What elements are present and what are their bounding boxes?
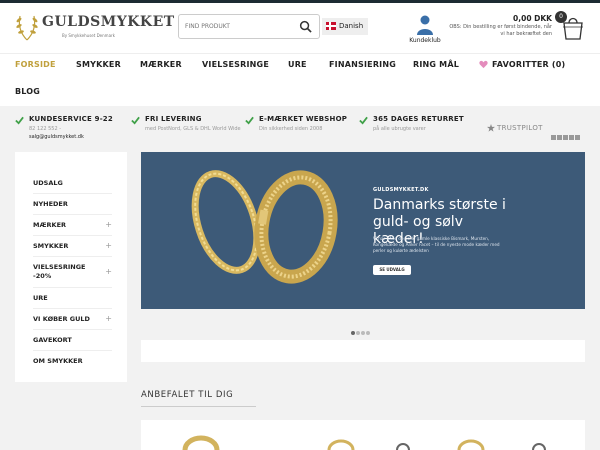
rating-star-icon [551, 135, 556, 140]
check-icon [245, 116, 254, 125]
cart-count-badge: 0 [555, 11, 567, 23]
trustpilot-rating-stars [551, 125, 581, 144]
carousel-dot[interactable] [356, 331, 360, 335]
hero-description: Vi har både de gode gamle klassiske Bism… [373, 236, 500, 253]
nav-forside[interactable]: FORSIDE [15, 60, 56, 69]
product-thumbnails [182, 435, 546, 450]
account-label: Kundeklub [409, 37, 441, 44]
expand-plus-icon[interactable]: + [105, 241, 112, 250]
sidebar-item-label: MÆRKER [33, 221, 67, 229]
cart-total: 0,00 DKK [513, 14, 552, 23]
section-underline [141, 406, 256, 407]
sidebar-item-maerker[interactable]: MÆRKER + [33, 214, 112, 236]
usp-phone: 82 122 552 - [29, 126, 62, 132]
nav-finansiering[interactable]: FINANSIERING [329, 60, 396, 69]
usp-title: 365 DAGES RETURRET [373, 115, 464, 123]
recommended-products [141, 420, 585, 450]
search-icon[interactable] [299, 20, 312, 33]
logo-wordmark: GULDSMYKKET [42, 14, 175, 30]
site-logo[interactable]: GULDSMYKKET By Smykkehuset Denmark [14, 12, 174, 46]
search-input[interactable] [185, 18, 295, 35]
trustpilot-widget[interactable]: TRUSTPILOT [487, 124, 587, 140]
sidebar-item-label: VI KØBER GULD [33, 315, 90, 323]
denmark-flag-icon [326, 22, 336, 30]
sidebar-item-smykker[interactable]: SMYKKER + [33, 235, 112, 257]
sidebar-item-label: SMYKKER [33, 242, 69, 250]
usp-title: E-MÆRKET WEBSHOP [259, 115, 348, 123]
trustpilot-label: TRUSTPILOT [497, 124, 543, 132]
language-selector[interactable]: Danish [322, 18, 368, 35]
nav-ring-maal[interactable]: RING MÅL [413, 60, 459, 69]
sidebar-item-nyheder[interactable]: NYHEDER [33, 193, 112, 215]
nav-ure[interactable]: URE [288, 60, 307, 69]
product-watch [532, 443, 546, 450]
site-header: GULDSMYKKET By Smykkehuset Denmark Danis… [0, 3, 600, 53]
sidebar-item-vi-koeber-guld[interactable]: VI KØBER GULD + [33, 308, 112, 330]
check-icon [15, 116, 24, 125]
rating-star-icon [569, 135, 574, 140]
sidebar-item-udsalg[interactable]: UDSALG [33, 172, 112, 194]
check-icon [131, 116, 140, 125]
usp-title: KUNDESERVICE 9-22 [29, 115, 113, 123]
sidebar-item-gavekort[interactable]: GAVEKORT [33, 329, 112, 351]
check-icon [359, 116, 368, 125]
product-ring [327, 439, 355, 450]
sidebar-item-label: GAVEKORT [33, 336, 72, 344]
category-sidebar: UDSALG NYHEDER MÆRKER + SMYKKER + VIELSE… [15, 152, 127, 382]
product-ring [457, 439, 485, 450]
expand-plus-icon[interactable]: + [105, 220, 112, 229]
nav-maerker[interactable]: MÆRKER [140, 60, 182, 69]
language-label: Danish [339, 22, 364, 30]
product-bracelet [182, 435, 220, 450]
logo-tagline: By Smykkehuset Denmark [62, 33, 115, 38]
recommended-title: ANBEFALET TIL DIG [141, 390, 234, 400]
sidebar-item-label: UDSALG [33, 179, 63, 187]
usp-title: FRI LEVERING [145, 115, 202, 123]
usp-subtitle: med PostNord, GLS & DHL World Wide [145, 126, 241, 132]
info-strip [141, 340, 585, 362]
main-navigation: FORSIDE SMYKKER MÆRKER VIELSESRINGE URE … [0, 53, 600, 106]
rating-star-icon [563, 135, 568, 140]
sidebar-item-label: NYHEDER [33, 200, 68, 208]
carousel-dot[interactable] [366, 331, 370, 335]
hero-cta-button[interactable]: SE UDVALG [373, 265, 411, 275]
carousel-dots [351, 320, 371, 335]
search-box [178, 14, 320, 39]
sidebar-item-ure[interactable]: URE [33, 287, 112, 309]
sidebar-item-vielsesringe[interactable]: VIELSESRINGE -20% + [33, 256, 112, 288]
hero-banner[interactable]: GULDSMYKKET.DK Danmarks største i guld- … [141, 152, 585, 309]
rating-star-icon [575, 135, 580, 140]
account-link[interactable]: Kundeklub [405, 13, 445, 45]
carousel-dot[interactable] [361, 331, 365, 335]
sidebar-item-label: OM SMYKKER [33, 357, 83, 365]
usp-email-link[interactable]: salg@guldsmykket.dk [29, 134, 84, 140]
trustpilot-star-icon [487, 124, 495, 132]
laurel-icon [16, 15, 38, 41]
hero-brand: GULDSMYKKET.DK [373, 187, 429, 193]
expand-plus-icon[interactable]: + [105, 267, 112, 276]
carousel-dot[interactable] [351, 331, 355, 335]
usp-subtitle: Din sikkerhed siden 2008 [259, 126, 323, 132]
product-watch [396, 443, 410, 450]
user-icon [417, 15, 433, 35]
sidebar-item-label: VIELSESRINGE -20% [33, 263, 86, 280]
heart-icon [479, 60, 488, 69]
sidebar-item-om-smykker[interactable]: OM SMYKKER [33, 350, 112, 372]
expand-plus-icon[interactable]: + [105, 314, 112, 323]
gold-bracelets-image [191, 170, 338, 284]
nav-smykker[interactable]: SMYKKER [76, 60, 121, 69]
usp-subtitle: på alle ubrugte varer [373, 126, 426, 132]
nav-vielsesringe[interactable]: VIELSESRINGE [202, 60, 269, 69]
sidebar-item-label: URE [33, 294, 48, 302]
rating-star-icon [557, 135, 562, 140]
nav-blog[interactable]: BLOG [15, 87, 40, 96]
nav-favoritter[interactable]: FAVORITTER (0) [492, 60, 565, 69]
cart-note: OBS: Din bestilling er først bindende, n… [449, 24, 552, 37]
